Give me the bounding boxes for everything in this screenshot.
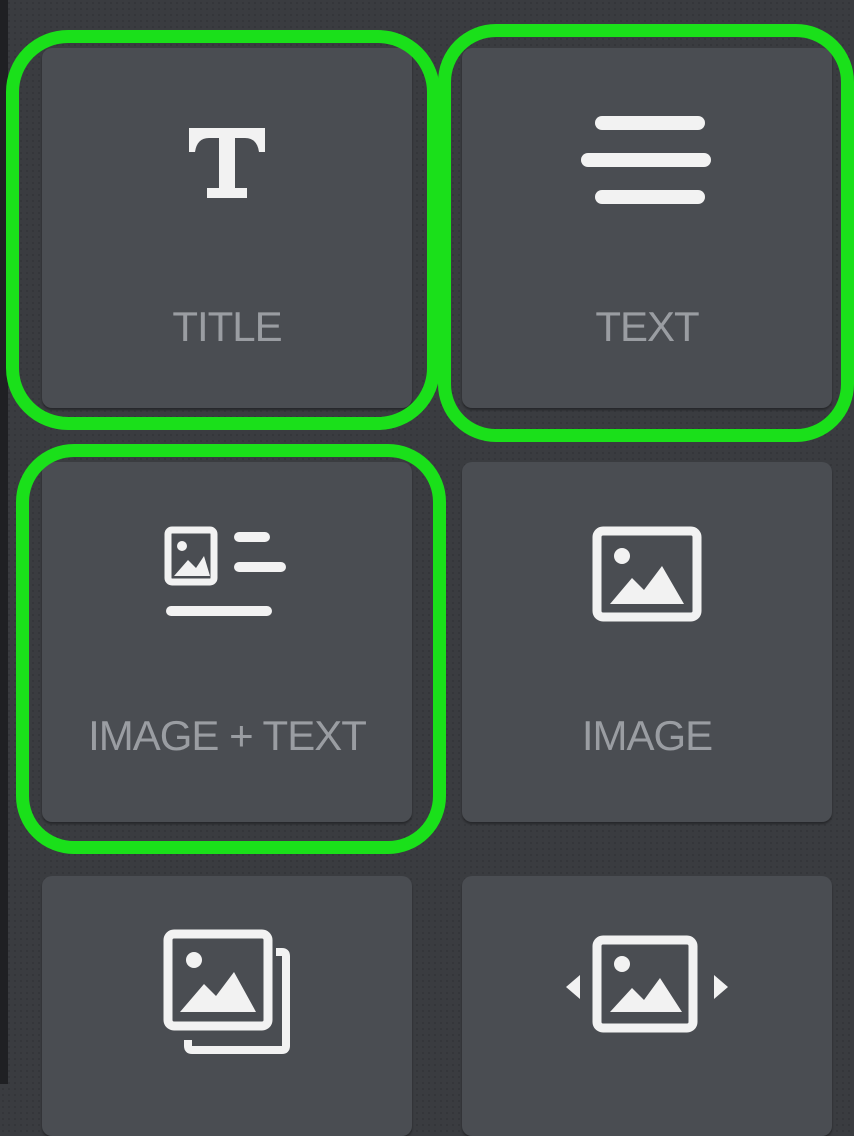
block-slider[interactable] [462, 876, 832, 1136]
title-t-icon [189, 128, 265, 198]
block-gallery[interactable] [42, 876, 412, 1136]
slider-icon [566, 935, 728, 1033]
block-text[interactable]: TEXT [462, 48, 832, 408]
gallery-icon [163, 929, 290, 1054]
text-lines-icon [581, 116, 711, 204]
image-text-icon [164, 526, 286, 616]
block-image-text[interactable]: IMAGE + TEXT [42, 462, 412, 822]
block-label: IMAGE + TEXT [88, 712, 367, 759]
panel-edge [0, 0, 8, 1084]
block-title[interactable]: TITLE [42, 48, 412, 408]
block-label: IMAGE [581, 712, 713, 759]
block-label: TITLE [172, 303, 282, 350]
block-image[interactable]: IMAGE [462, 462, 832, 822]
block-label: TEXT [595, 303, 699, 350]
image-icon [592, 526, 702, 622]
